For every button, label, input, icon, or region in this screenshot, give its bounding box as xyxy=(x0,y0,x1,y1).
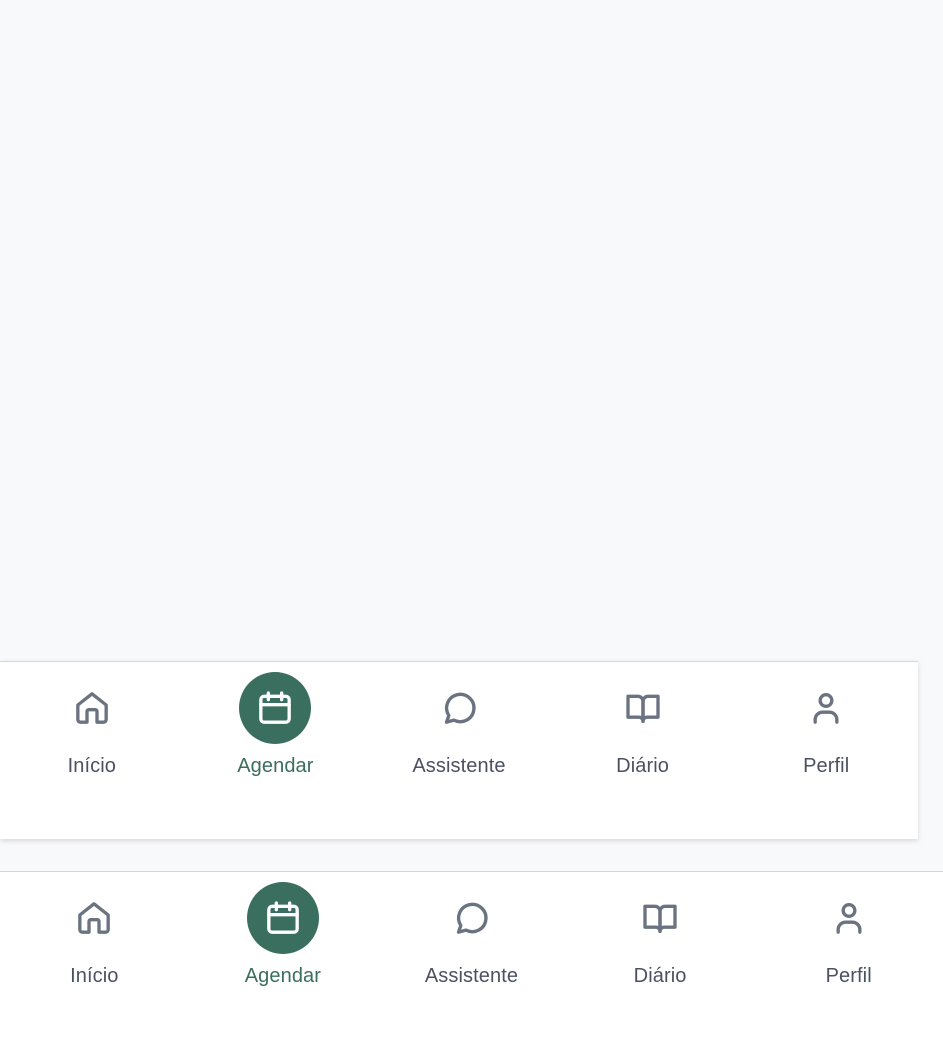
nav-label: Perfil xyxy=(803,755,850,777)
nav-item-assistente[interactable]: Assistente xyxy=(377,872,566,1041)
nav-item-agendar[interactable]: Agendar xyxy=(189,872,378,1041)
user-icon xyxy=(790,672,862,744)
chat-bubble-icon xyxy=(435,882,507,954)
nav-label: Agendar xyxy=(237,755,314,777)
nav-item-assistente[interactable]: Assistente xyxy=(367,662,551,839)
nav-item-diario[interactable]: Diário xyxy=(551,662,735,839)
nav-label: Assistente xyxy=(424,965,519,987)
calendar-icon xyxy=(239,672,312,744)
nav-label: Diário xyxy=(616,755,669,777)
nav-item-inicio[interactable]: Início xyxy=(0,662,184,839)
nav-label: Diário xyxy=(633,965,687,987)
home-icon xyxy=(56,672,128,744)
nav-item-inicio[interactable]: Início xyxy=(0,872,189,1041)
nav-item-perfil[interactable]: Perfil xyxy=(734,662,918,839)
nav-item-perfil[interactable]: Perfil xyxy=(754,872,943,1041)
user-icon xyxy=(813,882,885,954)
bottom-nav-primary: Início Agendar Assistente Diário Perfil xyxy=(0,661,918,839)
book-open-icon xyxy=(607,672,679,744)
book-open-icon xyxy=(624,882,696,954)
nav-item-agendar[interactable]: Agendar xyxy=(184,662,368,839)
home-icon xyxy=(58,882,130,954)
nav-label: Início xyxy=(67,755,116,777)
nav-label: Assistente xyxy=(412,755,506,777)
nav-item-diario[interactable]: Diário xyxy=(566,872,755,1041)
nav-label: Agendar xyxy=(244,965,322,987)
chat-bubble-icon xyxy=(423,672,495,744)
nav-label: Início xyxy=(70,965,119,987)
calendar-icon xyxy=(246,882,319,954)
main-content-area xyxy=(0,0,943,661)
nav-label: Perfil xyxy=(825,965,872,987)
bottom-nav-secondary: Início Agendar Assistente Diário Perfil xyxy=(0,871,943,1041)
